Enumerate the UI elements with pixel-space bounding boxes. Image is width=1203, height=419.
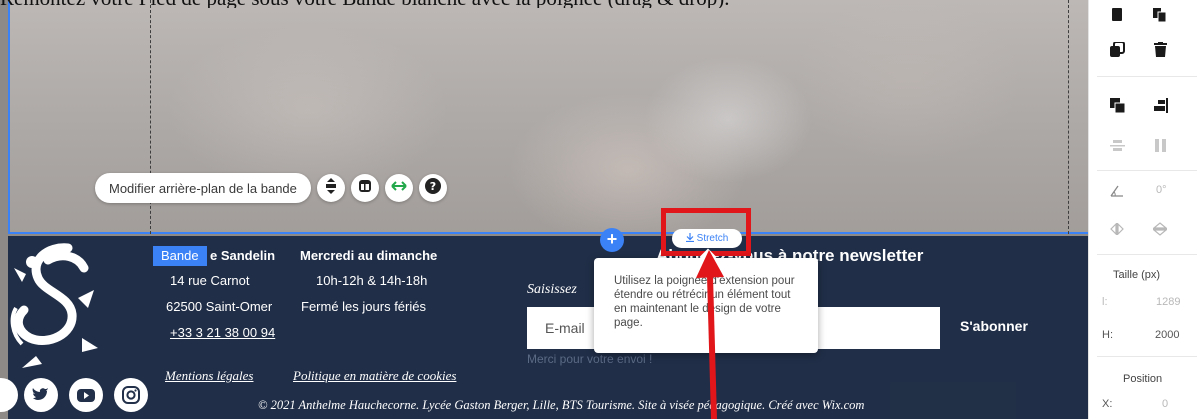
help-icon: ? (424, 177, 441, 199)
layout-button[interactable] (350, 174, 379, 202)
address-street: 14 rue Carnot (170, 273, 250, 288)
subscribe-button[interactable]: S'abonner (960, 318, 1028, 334)
instruction-caption: Remontez votre Pied de page sous votre B… (0, 0, 1203, 8)
cookies-link[interactable]: Politique en matière de cookies (293, 368, 456, 384)
stretch-toggle-button[interactable] (384, 174, 413, 202)
site-logo[interactable] (8, 238, 108, 378)
red-pointer-arrow-icon (696, 250, 724, 419)
instagram-icon[interactable] (114, 378, 148, 412)
grid-guide-right (1068, 0, 1069, 234)
distribute-icon (1106, 134, 1128, 156)
flip-vertical-icon (1149, 218, 1171, 240)
copyright-text: © 2021 Anthelme Hauchecorne. Lycée Gasto… (258, 398, 865, 412)
rotation-value: 0° (1156, 184, 1167, 196)
address-name: e Sandelin (210, 248, 276, 263)
panel-divider (1097, 356, 1197, 357)
stretch-arrows-icon (391, 179, 407, 197)
newsletter-input-label: Saisissez (527, 282, 577, 297)
address-city: 62500 Saint-Omer (166, 299, 273, 314)
strip-label-tag: Bande (153, 246, 207, 266)
size-label: Taille (px) (1113, 269, 1161, 281)
position-label: Position (1123, 373, 1163, 385)
thanks-message: Merci pour votre envoi ! (527, 352, 653, 366)
editor-canvas[interactable]: Modifier arrière-plan de la bande ? Band… (0, 0, 1088, 419)
layers-icon (324, 177, 338, 199)
change-strip-background-button[interactable]: Modifier arrière-plan de la bande (95, 173, 311, 203)
panel-divider (1097, 170, 1197, 171)
match-size-icon (1149, 134, 1171, 156)
layers-button[interactable] (316, 174, 345, 202)
phone-link[interactable]: +33 3 21 38 00 94 (170, 325, 275, 340)
height-value[interactable]: 2000 (1155, 329, 1179, 341)
svg-text:?: ? (430, 180, 436, 193)
inspector-panel: 0° Taille (px) l: 1289 H: 2000 Position … (1088, 0, 1203, 419)
layout-icon (358, 179, 372, 198)
hours-title: Mercredi au dimanche (300, 248, 438, 263)
width-label: l: (1102, 296, 1108, 308)
rotate-angle-icon (1106, 180, 1128, 202)
hours-closed: Fermé les jours fériés (301, 299, 426, 314)
panel-divider (1097, 254, 1197, 255)
arrange-back-icon[interactable] (1106, 94, 1128, 116)
flip-horizontal-icon (1106, 218, 1128, 240)
youtube-icon[interactable] (69, 378, 103, 412)
twitter-icon[interactable] (24, 378, 58, 412)
add-element-button[interactable]: + (600, 228, 624, 252)
help-button[interactable]: ? (418, 174, 447, 202)
width-value[interactable]: 1289 (1156, 296, 1180, 308)
x-value[interactable]: 0 (1162, 398, 1168, 410)
trash-icon[interactable] (1149, 38, 1171, 60)
strip-toolbar: Modifier arrière-plan de la bande ? (95, 172, 447, 204)
hours-times: 10h-12h & 14h-18h (316, 273, 428, 288)
height-label: H: (1102, 329, 1113, 341)
panel-divider (1097, 76, 1197, 77)
align-right-icon[interactable] (1149, 94, 1171, 116)
legal-link[interactable]: Mentions légales (165, 368, 253, 384)
x-label: X: (1102, 398, 1113, 410)
duplicate-icon[interactable] (1106, 38, 1128, 60)
